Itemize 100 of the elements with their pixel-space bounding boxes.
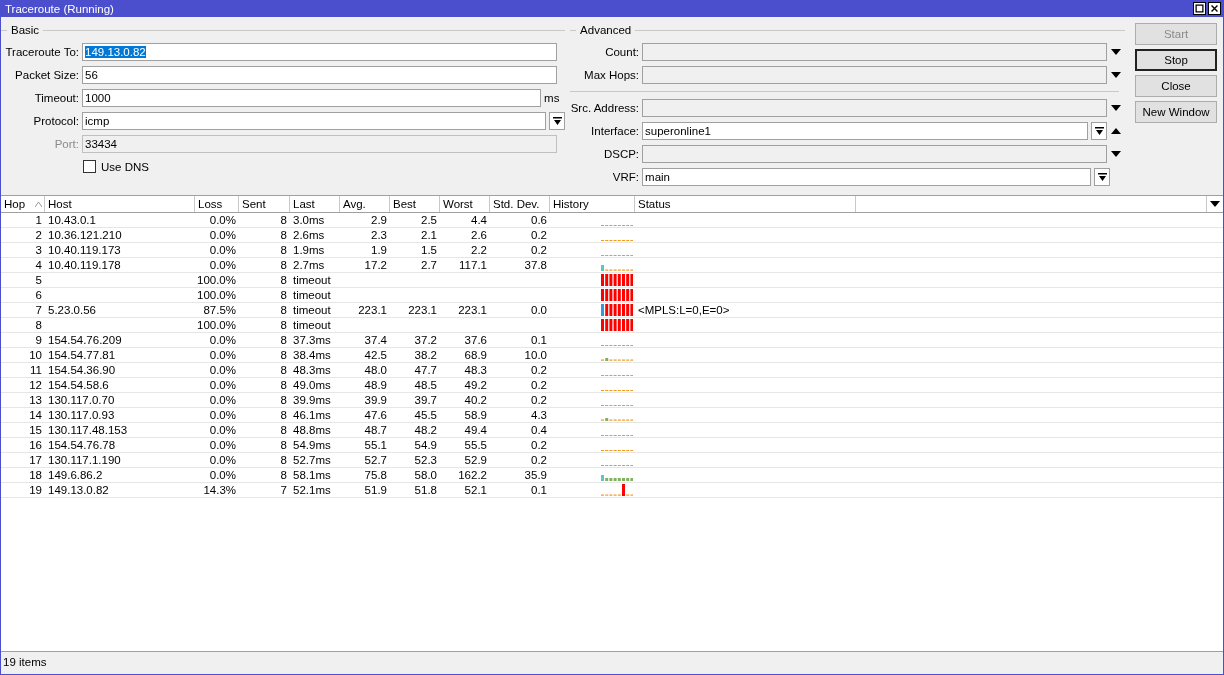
column-menu-icon[interactable]	[1210, 201, 1220, 207]
history-sparkline	[600, 304, 633, 316]
table-cell: 39.7	[414, 393, 437, 407]
table-cell: 7	[280, 483, 287, 497]
input-field[interactable]: 149.13.0.82	[82, 42, 558, 61]
table-cell: 17.2	[364, 258, 387, 272]
table-cell: 8	[280, 378, 287, 392]
table-cell: 8	[280, 438, 287, 452]
table-cell: 35.9	[524, 468, 547, 482]
table-cell: <MPLS:L=0,E=0>	[638, 303, 730, 317]
table-cell: 55.5	[464, 438, 487, 452]
history-sparkline	[600, 254, 633, 256]
table-cell: 154.54.76.209	[48, 333, 122, 347]
table-cell: 8	[280, 228, 287, 242]
input-field[interactable]: 1000	[82, 88, 542, 107]
table-cell: 58.9	[464, 408, 487, 422]
table-cell: 8	[280, 363, 287, 377]
action-button[interactable]: Stop	[1135, 49, 1217, 71]
table-cell: 2.7	[421, 258, 437, 272]
expand-icon[interactable]	[1111, 150, 1122, 157]
close-icon[interactable]	[1208, 2, 1221, 15]
table-cell: 1.9	[371, 243, 387, 257]
table-cell: 10.43.0.1	[48, 213, 96, 227]
table-cell: 48.0	[364, 363, 387, 377]
table-cell: 223.1	[458, 303, 487, 317]
table-cell: 10	[29, 348, 42, 362]
input-field[interactable]	[642, 144, 1108, 163]
history-sparkline	[600, 344, 633, 346]
input-field[interactable]: icmp	[82, 111, 547, 130]
table-cell: 0.2	[531, 393, 547, 407]
table-cell: 154.54.76.78	[48, 438, 116, 452]
dropdown-button[interactable]	[1094, 167, 1111, 186]
column-header[interactable]: Avg.	[340, 196, 390, 212]
field-label: Interface:	[590, 124, 641, 137]
table-cell: timeout	[293, 273, 331, 287]
table-cell: 52.7ms	[293, 453, 331, 467]
expand-icon[interactable]	[1111, 104, 1122, 111]
table-cell: 223.1	[358, 303, 387, 317]
table-cell: 0.0%	[209, 348, 236, 362]
table-cell: 7	[35, 303, 42, 317]
column-header[interactable]: Loss	[195, 196, 239, 212]
table-cell: 48.3ms	[293, 363, 331, 377]
table-cell: 8	[280, 303, 287, 317]
action-button[interactable]: New Window	[1135, 101, 1217, 123]
table-cell: 37.6	[464, 333, 487, 347]
column-header[interactable]: Sent	[239, 196, 290, 212]
column-header[interactable]: Status	[635, 196, 856, 212]
column-header[interactable]: Last	[290, 196, 340, 212]
collapse-icon[interactable]	[1111, 127, 1122, 134]
table-cell: 1.5	[421, 243, 437, 257]
dropdown-button[interactable]	[1091, 121, 1108, 140]
table-cell: 2.9	[371, 213, 387, 227]
table-cell: 54.9ms	[293, 438, 331, 452]
history-sparkline	[600, 464, 633, 466]
table-cell: 58.1ms	[293, 468, 331, 482]
dropdown-button[interactable]	[549, 111, 566, 130]
maximize-icon[interactable]	[1193, 2, 1206, 15]
table-cell: 13	[29, 393, 42, 407]
sort-icon	[35, 201, 42, 207]
field-label: DSCP:	[602, 147, 641, 160]
history-sparkline	[600, 404, 633, 406]
table-cell: 45.5	[414, 408, 437, 422]
column-header[interactable]: Host	[45, 196, 195, 212]
column-header[interactable]: History	[550, 196, 635, 212]
checkbox[interactable]	[83, 160, 96, 173]
table-cell: 149.13.0.82	[48, 483, 109, 497]
input-field[interactable]	[642, 65, 1108, 84]
expand-icon[interactable]	[1111, 71, 1122, 78]
table-cell: 10.40.119.173	[48, 243, 121, 257]
table-cell: 117.1	[459, 258, 487, 272]
input-field[interactable]	[642, 42, 1108, 61]
table-cell: 0.2	[531, 228, 547, 242]
table-cell: 0.0%	[209, 453, 236, 467]
column-header[interactable]: Hop	[1, 196, 45, 212]
table-cell: 0.0%	[209, 228, 236, 242]
column-header[interactable]: Std. Dev.	[490, 196, 550, 212]
input-field[interactable]	[642, 98, 1108, 117]
history-sparkline	[600, 224, 633, 226]
table-cell: 48.2	[414, 423, 437, 437]
table-cell: 2.5	[421, 213, 437, 227]
table-cell: 0.2	[531, 363, 547, 377]
input-field[interactable]: main	[642, 167, 1092, 186]
table-cell: 0.0%	[209, 243, 236, 257]
table-cell: 1	[35, 213, 42, 227]
table-cell: 68.9	[464, 348, 487, 362]
column-header[interactable]: Worst	[440, 196, 490, 212]
table-cell: 11	[30, 363, 42, 377]
table-cell: 48.3	[464, 363, 487, 377]
expand-icon[interactable]	[1111, 48, 1122, 55]
table-cell: 10.40.119.178	[48, 258, 121, 272]
table-cell: 52.3	[414, 453, 437, 467]
column-header[interactable]: Best	[390, 196, 440, 212]
action-button[interactable]: Close	[1135, 75, 1217, 97]
table-cell: 48.8ms	[293, 423, 331, 437]
table-cell: 154.54.36.90	[48, 363, 116, 377]
table-cell: 10.36.121.210	[48, 228, 122, 242]
input-field[interactable]: superonline1	[642, 121, 1089, 140]
table-cell: 2.2	[471, 243, 487, 257]
table-cell: 0.0%	[209, 438, 236, 452]
input-field[interactable]: 56	[82, 65, 558, 84]
